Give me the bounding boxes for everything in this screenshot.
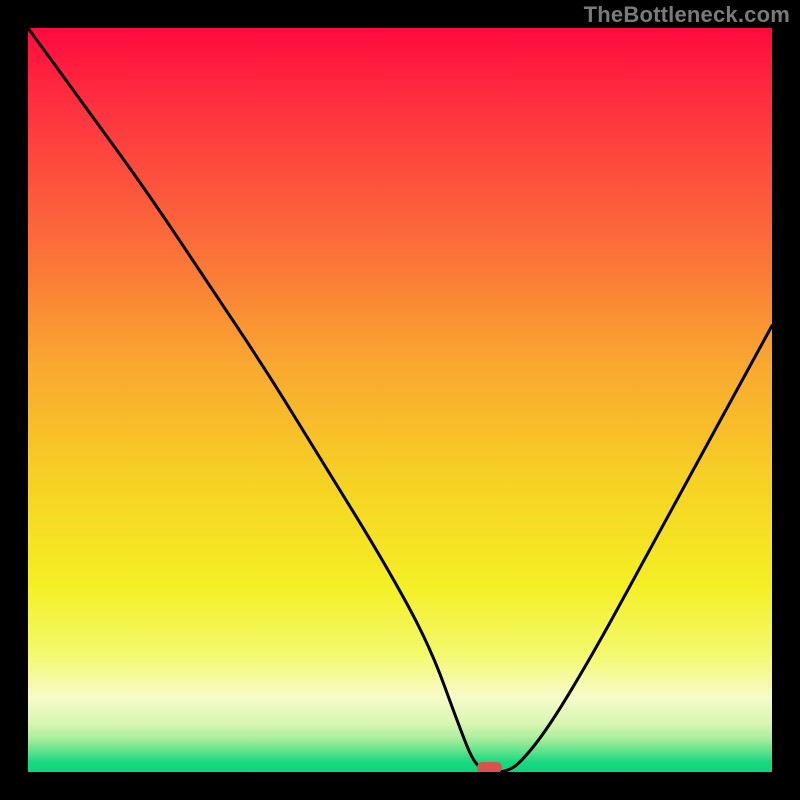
heat-gradient xyxy=(28,28,772,772)
plot-area xyxy=(28,28,772,772)
chart-frame: TheBottleneck.com xyxy=(0,0,800,800)
watermark-text: TheBottleneck.com xyxy=(584,2,790,28)
optimal-marker xyxy=(477,762,502,772)
